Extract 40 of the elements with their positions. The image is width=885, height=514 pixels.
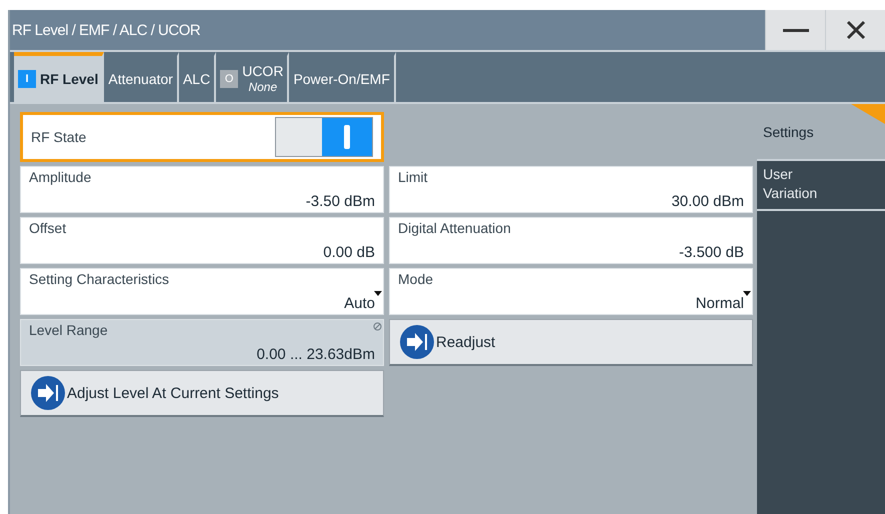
input-field[interactable]: Level Range 0.00 ... 23.63dBm <box>20 319 384 366</box>
field-value: 30.00 dBm <box>671 193 744 210</box>
corner-marker-icon <box>851 104 885 124</box>
input-field[interactable]: Amplitude -3.50 dBm <box>20 166 384 213</box>
field-label: Setting Characteristics <box>29 271 170 287</box>
minimize-icon <box>782 28 808 32</box>
tab[interactable]: I RF Level <box>14 52 104 102</box>
field-label: Mode <box>398 271 434 287</box>
input-field[interactable]: Digital Attenuation -3.500 dB <box>389 217 753 264</box>
field-label: Limit <box>398 169 429 185</box>
close-icon <box>846 20 866 40</box>
minimize-button[interactable] <box>765 10 825 50</box>
arrow-right-icon <box>31 376 65 410</box>
input-field[interactable]: Limit 30.00 dBm <box>389 166 753 213</box>
field-label: RF State <box>31 129 88 145</box>
field-label: Digital Attenuation <box>398 220 512 236</box>
state-indicator: O <box>220 70 238 88</box>
action-button[interactable]: Readjust <box>389 319 753 366</box>
arrow-right-icon <box>400 325 434 359</box>
field-value: -3.50 dBm <box>306 193 375 210</box>
window-title: RF Level / EMF / ALC / UCOR <box>11 20 202 40</box>
input-field[interactable]: Setting Characteristics Auto <box>20 268 384 315</box>
dropdown-caret-icon <box>374 291 382 296</box>
field-value: Auto <box>344 295 375 312</box>
field-label: Level Range <box>29 322 109 338</box>
toggle-switch[interactable] <box>275 117 373 157</box>
field-value: 0.00 ... 23.63dBm <box>256 346 375 363</box>
on-bar-icon <box>344 125 350 149</box>
field-label: Offset <box>29 220 68 236</box>
sidebar-title: Settings <box>763 124 814 140</box>
close-button[interactable] <box>825 10 885 50</box>
field-label: Amplitude <box>29 169 92 185</box>
field-value: -3.500 dB <box>678 244 744 261</box>
input-field[interactable]: Mode Normal <box>389 268 753 315</box>
field-value: Normal <box>696 295 744 312</box>
action-button[interactable]: Adjust Level At Current Settings <box>20 370 384 417</box>
field-value: 0.00 dB <box>323 244 375 261</box>
state-indicator: I <box>18 70 36 88</box>
dropdown-caret-icon <box>743 291 751 296</box>
input-field[interactable]: Offset 0.00 dB <box>20 217 384 264</box>
